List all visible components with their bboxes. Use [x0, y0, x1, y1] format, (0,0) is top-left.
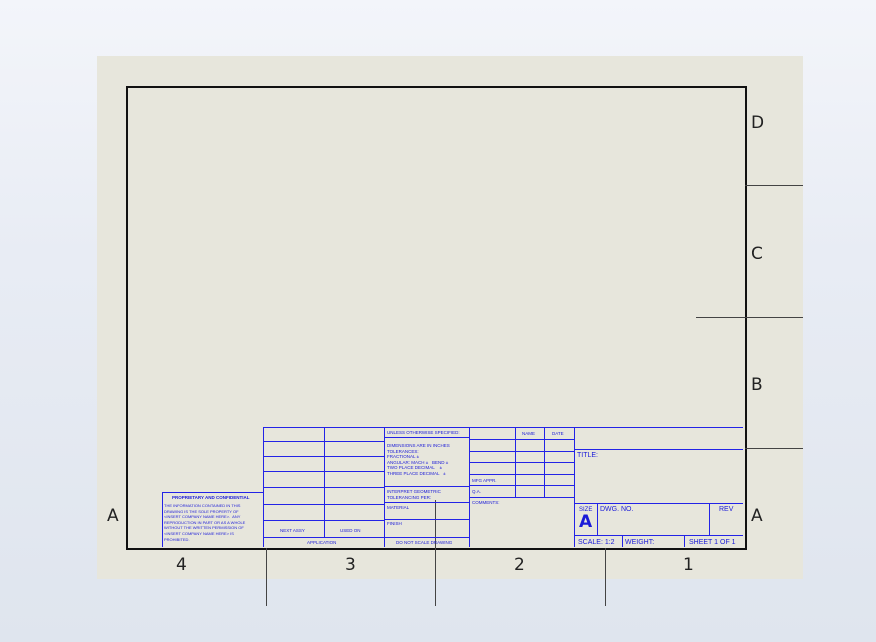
application-label: APPLICATION [307, 540, 337, 545]
tb-line [263, 441, 384, 442]
tb-line [469, 474, 574, 475]
date-header: DATE [552, 431, 564, 436]
proprietary-text: THE INFORMATION CONTAINED IN THIS DRAWIN… [164, 503, 246, 542]
size-value: A [579, 512, 593, 532]
tb-line [469, 485, 574, 486]
zone-divider-dc [745, 185, 803, 186]
zone-divider-cb-inner [696, 317, 803, 318]
zone-divider-21 [605, 548, 606, 606]
tb-line [384, 437, 469, 438]
drawing-border [126, 86, 747, 550]
mfg-appr-label: MFG APPR. [472, 478, 497, 483]
tb-line [263, 471, 384, 472]
next-assy-label: NEXT ASSY [280, 528, 305, 533]
zone-letter-c: C [751, 244, 763, 264]
tb-line [469, 451, 574, 452]
tb-line [384, 486, 469, 487]
tb-line [574, 503, 743, 504]
tb-line [263, 487, 384, 488]
rev-label: REV [719, 506, 734, 513]
zone-letter-d: D [751, 113, 765, 133]
tb-line [162, 492, 263, 493]
qa-label: Q.A. [472, 489, 482, 494]
zone-number-2: 2 [514, 555, 525, 575]
tb-line [263, 504, 384, 505]
tb-line [263, 520, 384, 521]
weight-label: WEIGHT: [625, 539, 655, 546]
tolerance-header: UNLESS OTHERWISE SPECIFIED: [387, 430, 460, 435]
tb-line [469, 439, 574, 440]
title-label: TITLE: [577, 452, 599, 459]
tb-line [263, 456, 384, 457]
tb-line [622, 535, 623, 547]
tb-line [469, 427, 470, 547]
tb-line [469, 497, 574, 498]
tb-line [684, 535, 685, 547]
tb-line [709, 503, 710, 535]
tb-line [574, 535, 743, 536]
tb-line [384, 502, 469, 503]
zone-number-1: 1 [683, 555, 694, 575]
tb-line [597, 503, 598, 535]
tb-line [263, 537, 469, 538]
tb-line [574, 427, 575, 547]
tb-line [263, 427, 743, 428]
tb-line [469, 462, 574, 463]
tolerance-lines: DIMENSIONS ARE IN INCHES TOLERANCES: FRA… [387, 443, 450, 476]
dwg-no-label: DWG. NO. [600, 506, 634, 513]
zone-number-4: 4 [176, 555, 187, 575]
finish-label: FINISH [387, 521, 402, 526]
zone-divider-ba [745, 448, 803, 449]
name-header: NAME [522, 431, 536, 436]
used-on-label: USED ON [340, 528, 361, 533]
scale-label: SCALE: 1:2 [578, 539, 615, 546]
tb-line [384, 519, 469, 520]
proprietary-title: PROPRIETARY AND CONFIDENTIAL [172, 495, 250, 500]
zone-letter-b: B [751, 375, 763, 395]
do-not-scale-label: DO NOT SCALE DRAWING [396, 540, 453, 545]
sheet-label: SHEET 1 OF 1 [689, 539, 736, 546]
zone-divider-32 [435, 500, 436, 606]
zone-divider-43 [266, 548, 267, 606]
zone-number-3: 3 [345, 555, 356, 575]
zone-letter-a-left: A [107, 506, 119, 526]
comments-label: COMMENTS: [472, 500, 500, 505]
interpret-label: INTERPRET GEOMETRIC TOLERANCING PER: [387, 489, 441, 500]
zone-letter-a-right: A [751, 506, 763, 526]
tb-line [574, 449, 743, 450]
material-label: MATERIAL [387, 505, 410, 510]
tb-line [162, 492, 163, 547]
tb-line [384, 427, 385, 547]
